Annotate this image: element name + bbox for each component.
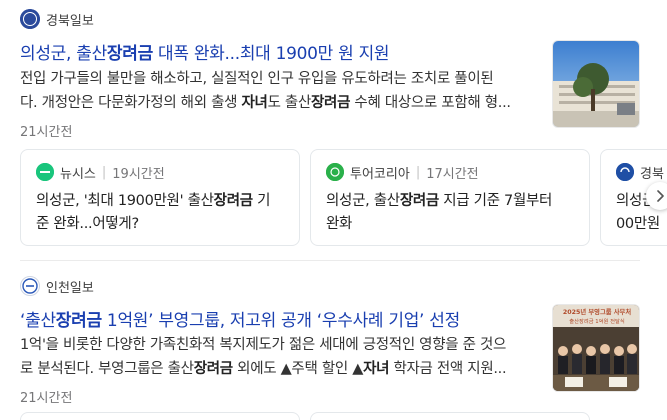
press-logo bbox=[20, 9, 40, 29]
related-headline[interactable]: 의성군, '최대 1900만원' 출산장려금 기 준 완화...어떻게? bbox=[36, 190, 291, 236]
article-time: 21시간전 bbox=[20, 391, 73, 406]
press-info[interactable]: 인천일보 bbox=[20, 275, 94, 297]
divider bbox=[20, 260, 640, 261]
separator: | bbox=[101, 164, 107, 180]
related-news-card[interactable]: 투어코리아 | 17시간전 의성군, 출산장려금 지급 기준 7월부터 완화 bbox=[310, 149, 590, 246]
press-name[interactable]: 투어코리아 bbox=[350, 163, 410, 182]
banner-text: 2025년 부영그룹 사무처 bbox=[563, 307, 631, 316]
article-time: 19시간전 bbox=[112, 166, 165, 182]
related-news-card[interactable] bbox=[20, 412, 300, 420]
press-name[interactable]: 경북일보 bbox=[46, 10, 94, 29]
press-name[interactable]: 뉴시스 bbox=[60, 163, 96, 182]
carousel-next-button[interactable] bbox=[646, 182, 667, 210]
article-summary[interactable]: 1억'을 비롯한 다양한 가족친화적 복지제도가 젊은 세대에 긍정적인 영향을… bbox=[20, 333, 540, 381]
related-news-card[interactable]: 뉴시스 | 19시간전 의성군, '최대 1900만원' 출산장려금 기 준 완… bbox=[20, 149, 300, 246]
article-thumbnail[interactable]: 2025년 부영그룹 사무처 출산장려금 1억원 전달식 bbox=[552, 304, 640, 392]
separator: | bbox=[415, 164, 421, 180]
press-name[interactable]: 인천일보 bbox=[46, 277, 94, 296]
press-info[interactable]: 경북일보 bbox=[20, 8, 94, 30]
related-headline[interactable]: 의성군, 출산장려금 지급 기준 7월부터 완화 bbox=[326, 190, 581, 236]
related-news-carousel: 뉴시스 | 19시간전 의성군, '최대 1900만원' 출산장려금 기 준 완… bbox=[20, 149, 667, 247]
press-name[interactable]: 경북 bbox=[640, 163, 664, 182]
press-logo bbox=[20, 276, 40, 296]
related-news-card[interactable] bbox=[310, 412, 590, 420]
article-summary[interactable]: 전입 가구들의 불만을 해소하고, 실질적인 인구 유입을 유도하려는 조치로 … bbox=[20, 67, 540, 115]
article-time: 17시간전 bbox=[426, 166, 479, 182]
press-logo bbox=[326, 163, 344, 181]
article-headline[interactable]: 의성군, 출산장려금 대폭 완화...최대 1900만 원 지원 bbox=[20, 39, 540, 64]
press-logo bbox=[36, 163, 54, 181]
article-thumbnail[interactable] bbox=[552, 40, 640, 128]
chevron-right-icon bbox=[655, 187, 665, 206]
banner-text: 출산장려금 1억원 전달식 bbox=[569, 317, 625, 325]
press-logo bbox=[616, 163, 634, 181]
article-headline[interactable]: ‘출산장려금 1억원’ 부영그룹, 저고위 공개 ‘우수사례 기업’ 선정 bbox=[20, 306, 540, 331]
article-time: 21시간전 bbox=[20, 125, 73, 140]
